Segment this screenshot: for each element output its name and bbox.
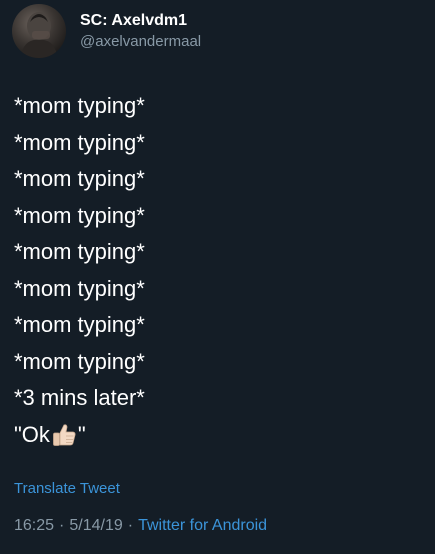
- final-line-text: "Ok: [14, 421, 50, 447]
- thumbs-up-icon: [51, 422, 77, 448]
- meta-separator: ·: [59, 517, 65, 534]
- meta-separator: ·: [127, 517, 134, 534]
- tweet-final-line: "Ok ": [14, 417, 424, 454]
- tweet-text: *mom typing* *mom typing* *mom typing* *…: [14, 88, 424, 453]
- tweet-time: 16:25: [14, 517, 55, 534]
- tweet-line: *mom typing*: [14, 348, 145, 374]
- display-name[interactable]: SC: Axelvdm1: [80, 11, 201, 31]
- tweet-line: *mom typing*: [14, 312, 145, 337]
- tweet-line: *mom typing*: [14, 93, 145, 118]
- avatar[interactable]: [12, 4, 66, 58]
- avatar-photo: [20, 12, 58, 58]
- tweet-meta: 16:25 · 5/14/19 · Twitter for Android: [14, 517, 267, 535]
- tweet-line: *3 mins later*: [14, 385, 145, 410]
- tweet-line: *mom typing*: [14, 166, 145, 191]
- tweet-line: *mom typing*: [14, 129, 145, 155]
- tweet-source-link[interactable]: Twitter for Android: [138, 517, 267, 534]
- tweet-line: *mom typing*: [14, 239, 145, 264]
- tweet-line: *mom typing*: [14, 202, 145, 228]
- user-handle[interactable]: @axelvandermaal: [80, 32, 201, 52]
- tweet: SC: Axelvdm1 @axelvandermaal *mom typing…: [0, 0, 435, 554]
- tweet-date: 5/14/19: [69, 517, 123, 534]
- final-line-end: ": [77, 421, 86, 447]
- translate-tweet-link[interactable]: Translate Tweet: [14, 480, 120, 497]
- user-info: SC: Axelvdm1 @axelvandermaal: [80, 11, 201, 52]
- tweet-line: *mom typing*: [14, 275, 145, 301]
